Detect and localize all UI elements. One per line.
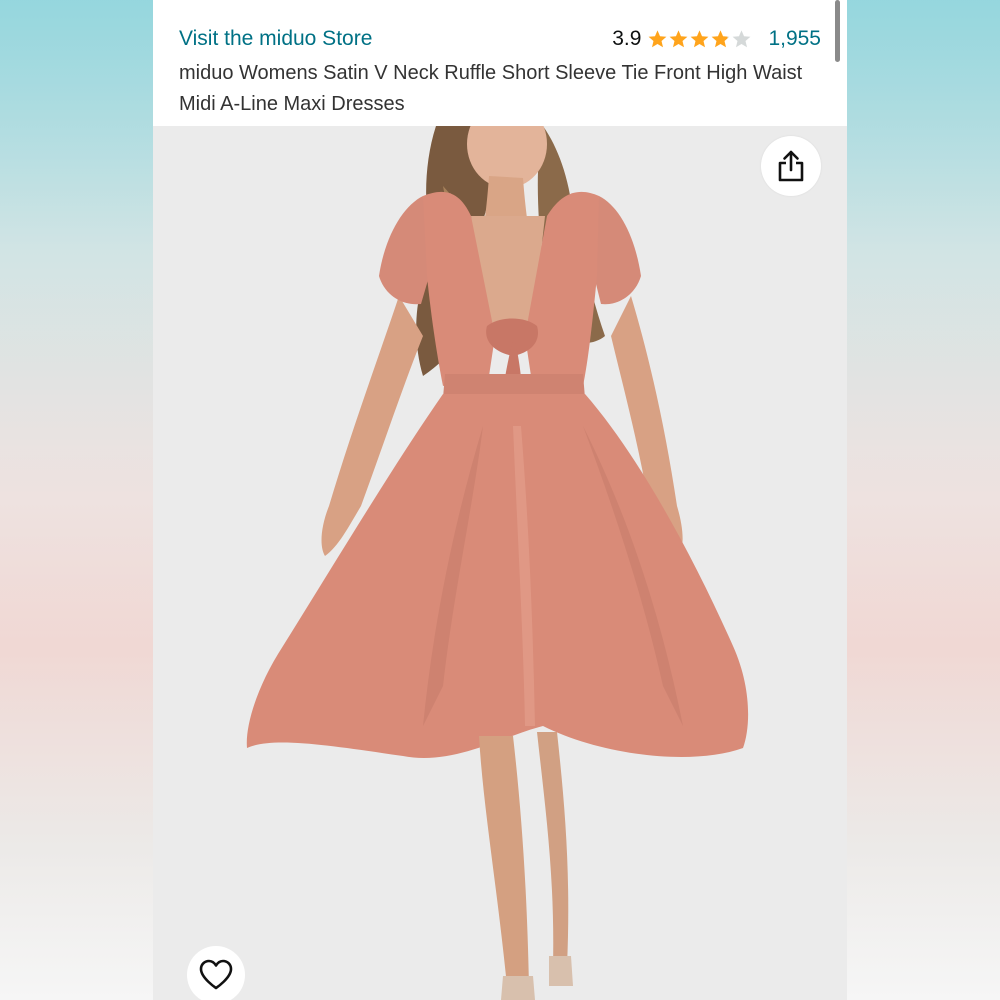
share-icon	[778, 150, 804, 182]
star-icon	[649, 29, 667, 47]
product-header: Visit the miduo Store 3.9 1,955 miduo Wo…	[153, 0, 847, 126]
product-image-gallery[interactable]	[153, 126, 847, 1000]
product-image[interactable]	[153, 126, 847, 1000]
blurred-background-right	[847, 0, 1000, 1000]
blurred-background-left	[0, 0, 153, 1000]
star-icon	[712, 29, 730, 47]
product-detail-screen: Visit the miduo Store 3.9 1,955 miduo Wo…	[153, 0, 847, 1000]
star-rating	[647, 29, 752, 50]
heart-icon	[199, 959, 233, 990]
review-count[interactable]: 1,955	[768, 27, 821, 51]
scrollbar[interactable]	[835, 0, 840, 62]
star-icon	[733, 29, 751, 47]
rating-value: 3.9	[612, 27, 642, 50]
rating-summary[interactable]: 3.9 1,955	[612, 27, 821, 51]
share-button[interactable]	[761, 136, 821, 196]
add-to-wishlist-button[interactable]	[187, 946, 245, 1000]
star-icon	[691, 29, 709, 47]
star-icon	[670, 29, 688, 47]
store-link[interactable]: Visit the miduo Store	[179, 27, 372, 51]
product-title: miduo Womens Satin V Neck Ruffle Short S…	[179, 62, 803, 115]
